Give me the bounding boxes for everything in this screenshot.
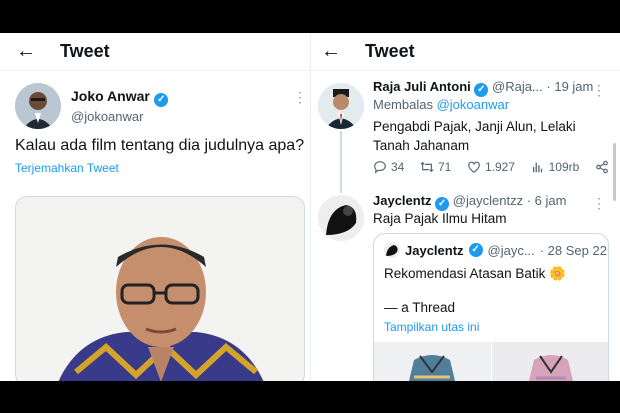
quote-author-name: Jayclentz bbox=[405, 242, 464, 258]
reply-handle-link[interactable]: @jokoanwar bbox=[437, 97, 509, 112]
tweet-header: Jayclentz ✓ @jayclentzz · 6 jam bbox=[373, 193, 566, 211]
reply-count: 34 bbox=[391, 160, 405, 174]
author-name[interactable]: Joko Anwar bbox=[71, 88, 150, 104]
like-button[interactable]: 1.927 bbox=[467, 160, 515, 174]
verified-badge-icon: ✓ bbox=[468, 243, 483, 257]
tweet-header: Raja Juli Antoni ✓ @Raja... · 19 jam bbox=[373, 79, 593, 97]
share-button[interactable] bbox=[595, 160, 609, 174]
quote-image[interactable] bbox=[492, 342, 608, 381]
media-photo bbox=[16, 197, 304, 381]
like-icon bbox=[468, 161, 480, 173]
flower-emoji: 🌼 bbox=[549, 266, 566, 281]
more-dots-icon[interactable]: ⋮ bbox=[592, 82, 606, 99]
reply-context: Membalas @jokoanwar bbox=[373, 97, 509, 112]
left-header: ← Tweet bbox=[0, 33, 312, 71]
views-button[interactable]: 109rb bbox=[531, 160, 580, 174]
quote-text-body: Rekomendasi Atasan Batik bbox=[384, 266, 546, 281]
avatar bbox=[384, 242, 400, 258]
quote-time: · 28 Sep 22 bbox=[539, 242, 607, 258]
quote-author-handle: @jayc... bbox=[487, 242, 535, 258]
avatar[interactable] bbox=[318, 83, 364, 129]
letterbox-top bbox=[0, 0, 620, 33]
left-tweet-panel: ← Tweet Joko Anwar ✓ @jokoanwar ⋮ Kalau … bbox=[0, 33, 312, 381]
author-name[interactable]: Raja Juli Antoni bbox=[373, 79, 471, 94]
quote-text: Rekomendasi Atasan Batik 🌼 bbox=[384, 266, 566, 282]
tweet-text: Pengabdi Pajak, Janji Alun, Lelaki Tanah… bbox=[373, 119, 576, 153]
back-arrow-icon[interactable]: ← bbox=[6, 40, 46, 63]
right-tweet-panel: ← Tweet Raja Juli Antoni ✓ @Raja... · 19… bbox=[310, 33, 620, 381]
tweet-text: Kalau ada film tentang dia judulnya apa? bbox=[15, 137, 305, 154]
retweet-icon bbox=[420, 161, 434, 173]
verified-badge-icon: ✓ bbox=[474, 83, 489, 97]
avatar[interactable] bbox=[15, 83, 61, 129]
author-handle[interactable]: @Raja... bbox=[492, 79, 543, 94]
quote-subtext: — a Thread bbox=[384, 300, 456, 315]
tweet-time[interactable]: · 19 jam bbox=[546, 79, 593, 94]
tweet-actions: 34 71 1.927 109rb bbox=[373, 160, 609, 174]
more-dots-icon[interactable]: ⋮ bbox=[293, 89, 307, 106]
views-count: 109rb bbox=[548, 160, 580, 174]
more-dots-icon[interactable]: ⋮ bbox=[592, 195, 606, 212]
translate-link[interactable]: Terjemahkan Tweet bbox=[15, 161, 119, 175]
avatar[interactable] bbox=[318, 195, 364, 241]
back-arrow-icon[interactable]: ← bbox=[311, 40, 351, 63]
letterbox-bottom bbox=[0, 381, 620, 413]
reply-icon bbox=[374, 161, 386, 174]
views-icon bbox=[532, 162, 542, 173]
author-handle[interactable]: @jayclentzz bbox=[453, 193, 523, 208]
reply-button[interactable]: 34 bbox=[373, 160, 404, 174]
scrollbar[interactable] bbox=[613, 143, 616, 201]
retweet-button[interactable]: 71 bbox=[420, 160, 451, 174]
page-title: Tweet bbox=[60, 41, 110, 61]
quote-image[interactable] bbox=[374, 342, 491, 381]
tweet-time[interactable]: · 6 jam bbox=[527, 193, 567, 208]
retweet-count: 71 bbox=[437, 160, 452, 174]
author-handle[interactable]: @jokoanwar bbox=[71, 109, 168, 124]
show-thread-link[interactable]: Tampilkan utas ini bbox=[384, 320, 479, 334]
author-name[interactable]: Jayclentz bbox=[373, 193, 432, 208]
thread-connector bbox=[340, 131, 342, 193]
like-count: 1.927 bbox=[484, 160, 515, 174]
right-header: ← Tweet bbox=[311, 33, 620, 71]
quote-header: Jayclentz ✓ @jayc... · 28 Sep 22 bbox=[384, 242, 607, 258]
tweet-text: Raja Pajak Ilmu Hitam bbox=[373, 211, 507, 226]
page-title: Tweet bbox=[365, 41, 415, 61]
reply-prefix: Membalas bbox=[373, 97, 437, 112]
verified-badge-icon: ✓ bbox=[435, 197, 450, 211]
tweet-media[interactable] bbox=[15, 196, 305, 381]
quoted-tweet[interactable]: Jayclentz ✓ @jayc... · 28 Sep 22 Rekomen… bbox=[373, 233, 609, 381]
verified-badge-icon: ✓ bbox=[154, 93, 169, 107]
tweet-author: Joko Anwar ✓ @jokoanwar bbox=[15, 83, 169, 129]
share-icon bbox=[596, 160, 608, 174]
